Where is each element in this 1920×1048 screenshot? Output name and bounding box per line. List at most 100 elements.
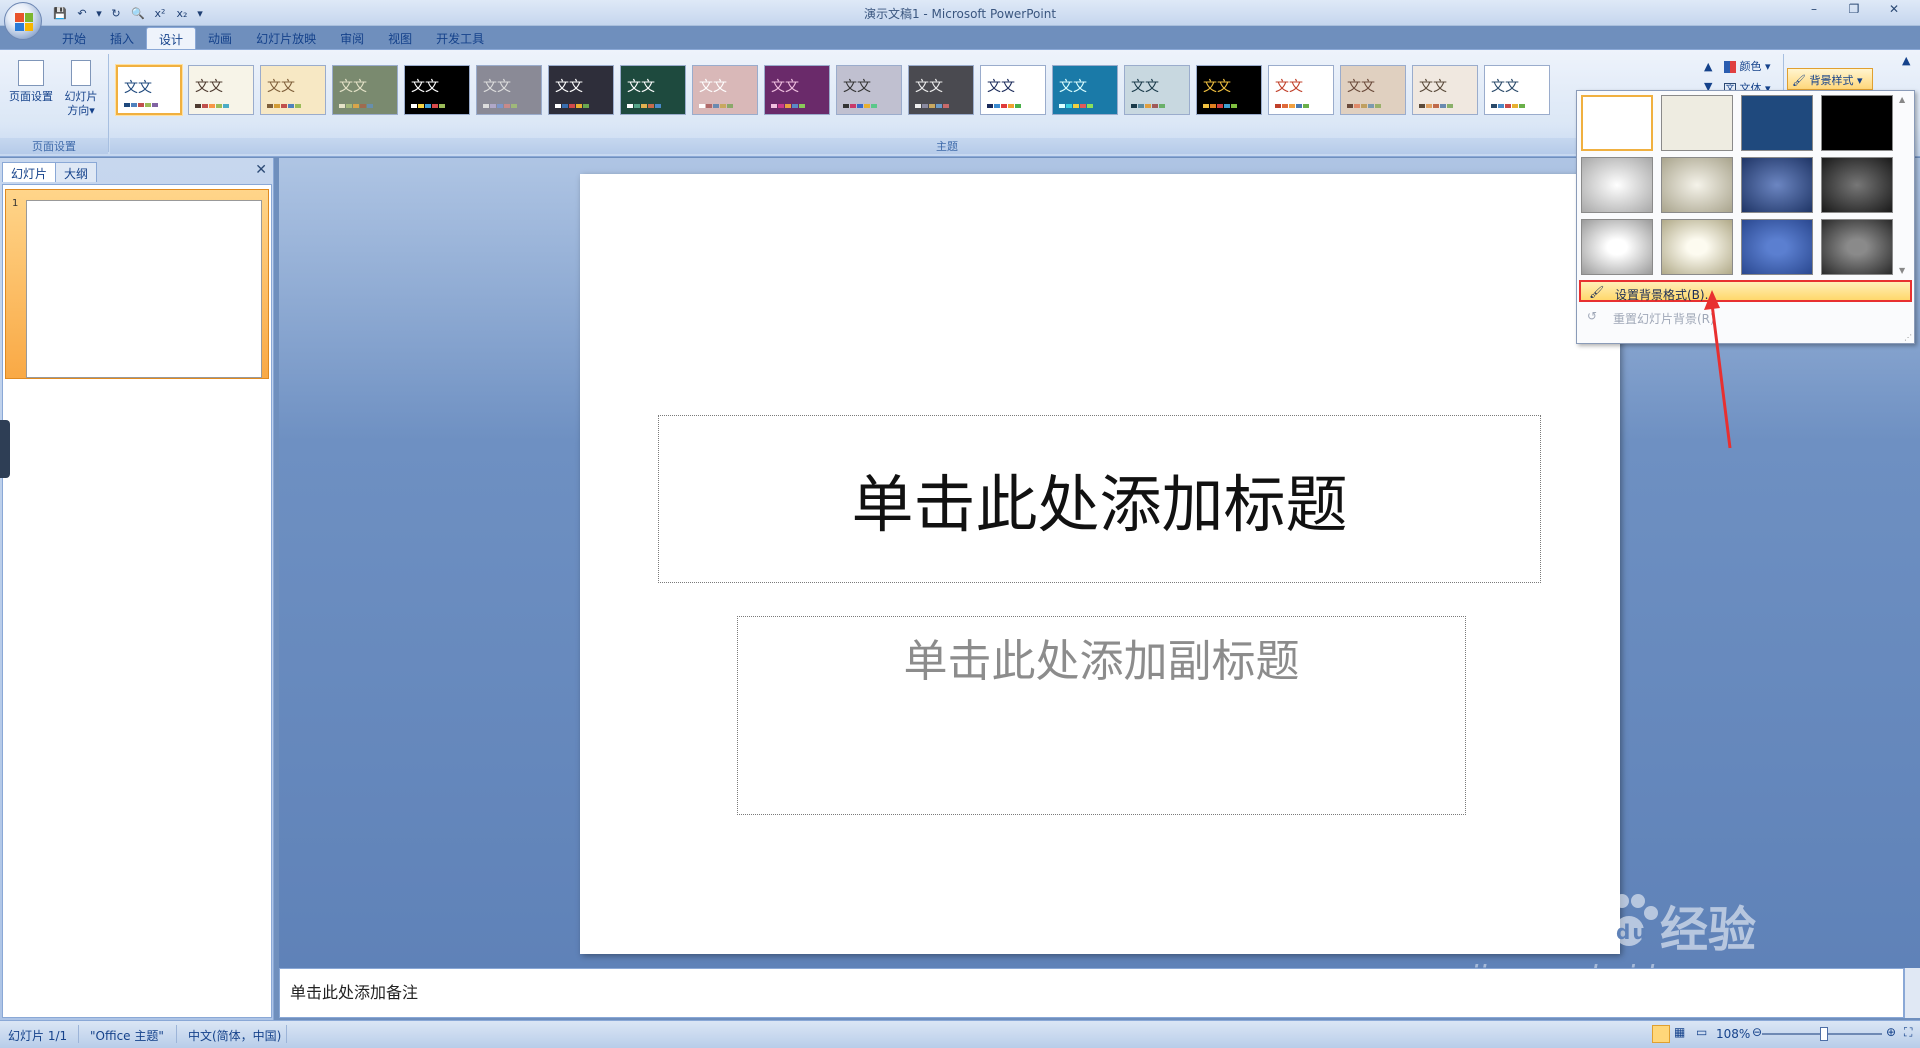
bg-style-7[interactable] xyxy=(1741,157,1813,213)
background-styles-label: 背景样式 xyxy=(1809,74,1854,87)
zoom-slider-thumb[interactable] xyxy=(1820,1027,1828,1041)
tab-design[interactable]: 设计 xyxy=(146,27,197,49)
status-bar: 幻灯片 1/1 "Office 主题" 中文(简体，中国) ▦ ▭ 108% ⊖… xyxy=(0,1020,1920,1048)
theme-thumbnail-17[interactable]: 文文 xyxy=(1268,65,1334,115)
ribbon-scroll-up-icon[interactable]: ▲ xyxy=(1902,54,1910,67)
theme-sample-text: 文文 xyxy=(555,79,583,95)
bg-style-4[interactable] xyxy=(1821,95,1893,151)
tab-view[interactable]: 视图 xyxy=(376,27,424,49)
bg-style-8[interactable] xyxy=(1821,157,1893,213)
colors-icon xyxy=(1724,61,1736,73)
status-divider xyxy=(176,1025,177,1043)
theme-thumbnail-3[interactable]: 文文 xyxy=(260,65,326,115)
tab-developer[interactable]: 开发工具 xyxy=(424,27,496,49)
theme-thumbnail-8[interactable]: 文文 xyxy=(620,65,686,115)
theme-thumbnail-11[interactable]: 文文 xyxy=(836,65,902,115)
theme-thumbnail-9[interactable]: 文文 xyxy=(692,65,758,115)
office-button[interactable] xyxy=(4,2,42,40)
bg-style-12[interactable] xyxy=(1821,219,1893,275)
theme-sample-text: 文文 xyxy=(627,79,655,95)
theme-thumbnail-1[interactable]: 文文 xyxy=(116,65,182,115)
theme-thumbnail-7[interactable]: 文文 xyxy=(548,65,614,115)
background-styles-button[interactable]: 🖌 背景样式 ▾ xyxy=(1787,68,1873,90)
menu-resize-grip[interactable]: ⋰ xyxy=(1904,333,1912,342)
close-panel-icon[interactable]: ✕ xyxy=(255,162,267,178)
tab-animations[interactable]: 动画 xyxy=(196,27,244,49)
theme-thumbnail-15[interactable]: 文文 xyxy=(1124,65,1190,115)
tab-outline[interactable]: 大纲 xyxy=(55,162,98,182)
language[interactable]: 中文(简体，中国) xyxy=(188,1027,281,1044)
theme-sample-text: 文文 xyxy=(339,79,367,95)
scroll-up-icon[interactable]: ▲ xyxy=(1899,95,1905,104)
format-background-item[interactable]: 🖌 设置背景格式(B)... xyxy=(1579,280,1912,302)
slide-orientation-button[interactable]: 幻灯片 方向▾ xyxy=(60,60,102,118)
theme-colors-button[interactable]: 颜色 ▾ xyxy=(1724,58,1771,74)
slideshow-icon[interactable]: ▭ xyxy=(1696,1025,1714,1043)
bg-style-1[interactable] xyxy=(1581,95,1653,151)
slide-thumbnail-1[interactable] xyxy=(26,200,262,378)
notes-pane[interactable]: 单击此处添加备注 xyxy=(279,968,1904,1018)
bg-style-10[interactable] xyxy=(1661,219,1733,275)
tab-slides[interactable]: 幻灯片 xyxy=(2,162,57,182)
bg-style-3[interactable] xyxy=(1741,95,1813,151)
slide-count: 幻灯片 1/1 xyxy=(8,1029,68,1043)
orientation-label-2: 方向 xyxy=(67,104,90,117)
theme-sample-text: 文文 xyxy=(987,79,1015,95)
bg-style-2[interactable] xyxy=(1661,95,1733,151)
close-icon[interactable]: ✕ xyxy=(1882,2,1906,20)
theme-thumbnail-10[interactable]: 文文 xyxy=(764,65,830,115)
subtitle-placeholder-text: 单击此处添加副标题 xyxy=(903,636,1300,687)
normal-view-icon[interactable] xyxy=(1652,1025,1670,1043)
tab-home[interactable]: 开始 xyxy=(50,27,98,49)
red-arrow-annotation xyxy=(1704,290,1732,449)
zoom-level[interactable]: 108% xyxy=(1716,1027,1750,1041)
slide-canvas[interactable]: 单击此处添加标题 单击此处添加副标题 xyxy=(580,174,1620,954)
fit-to-window-icon[interactable]: ⛶ xyxy=(1904,1025,1912,1040)
minimize-icon[interactable]: – xyxy=(1802,2,1826,20)
zoom-in-icon[interactable]: ⊕ xyxy=(1886,1025,1896,1039)
slides-panel: 幻灯片 大纲 ✕ 1 xyxy=(0,158,274,1020)
tab-insert[interactable]: 插入 xyxy=(98,27,146,49)
theme-sample-text: 文文 xyxy=(843,79,871,95)
background-styles-icon: 🖌 xyxy=(1792,74,1806,87)
side-handle[interactable] xyxy=(0,420,10,478)
theme-thumbnail-4[interactable]: 文文 xyxy=(332,65,398,115)
tab-slideshow[interactable]: 幻灯片放映 xyxy=(244,27,328,49)
bg-style-11[interactable] xyxy=(1741,219,1813,275)
subtitle-placeholder[interactable]: 单击此处添加副标题 xyxy=(737,616,1466,815)
gallery-scroll-up-icon[interactable]: ▲ xyxy=(1704,60,1712,73)
theme-color-swatches xyxy=(843,104,877,108)
page-setup-button[interactable]: 页面设置 xyxy=(6,60,56,104)
theme-thumbnail-18[interactable]: 文文 xyxy=(1340,65,1406,115)
theme-thumbnail-16[interactable]: 文文 xyxy=(1196,65,1262,115)
bg-style-9[interactable] xyxy=(1581,219,1653,275)
theme-thumbnail-14[interactable]: 文文 xyxy=(1052,65,1118,115)
theme-color-swatches xyxy=(1491,104,1525,108)
gallery-scrollbar[interactable]: ▲ ▼ xyxy=(1899,95,1913,275)
theme-thumbnail-19[interactable]: 文文 xyxy=(1412,65,1478,115)
theme-sample-text: 文文 xyxy=(771,79,799,95)
theme-thumbnail-13[interactable]: 文文 xyxy=(980,65,1046,115)
red-arrow-line xyxy=(1710,303,1732,449)
theme-sample-text: 文文 xyxy=(1491,79,1519,95)
theme-thumbnail-12[interactable]: 文文 xyxy=(908,65,974,115)
theme-thumbnail-20[interactable]: 文文 xyxy=(1484,65,1550,115)
page-setup-group-label: 页面设置 xyxy=(0,138,108,154)
slide-sorter-icon[interactable]: ▦ xyxy=(1674,1025,1692,1043)
notes-scrollbar[interactable] xyxy=(1904,968,1920,1018)
theme-thumbnail-2[interactable]: 文文 xyxy=(188,65,254,115)
bg-style-5[interactable] xyxy=(1581,157,1653,213)
scroll-down-icon[interactable]: ▼ xyxy=(1899,266,1905,275)
ribbon-tabs: 开始 插入 设计 动画 幻灯片放映 审阅 视图 开发工具 xyxy=(50,27,496,49)
zoom-out-icon[interactable]: ⊖ xyxy=(1752,1025,1762,1039)
title-placeholder[interactable]: 单击此处添加标题 xyxy=(658,415,1541,583)
slide-thumbnail-selected[interactable]: 1 xyxy=(5,189,269,379)
theme-thumbnail-5[interactable]: 文文 xyxy=(404,65,470,115)
title-placeholder-text: 单击此处添加标题 xyxy=(851,468,1348,541)
bg-style-6[interactable] xyxy=(1661,157,1733,213)
svg-text:du: du xyxy=(1616,920,1649,944)
theme-thumbnail-6[interactable]: 文文 xyxy=(476,65,542,115)
restore-icon[interactable]: ❐ xyxy=(1842,2,1866,20)
tab-review[interactable]: 审阅 xyxy=(328,27,376,49)
theme-sample-text: 文文 xyxy=(195,79,223,95)
